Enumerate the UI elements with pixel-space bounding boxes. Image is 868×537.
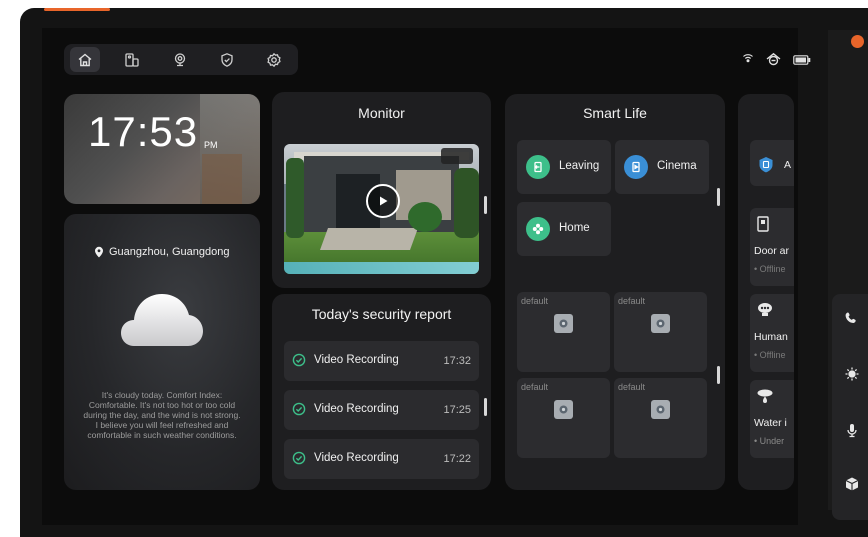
device-tile-label: default bbox=[521, 382, 549, 392]
shield-blue-icon bbox=[759, 157, 773, 173]
scenes-scroll-indicator[interactable] bbox=[717, 188, 720, 206]
feed-tree bbox=[286, 158, 304, 238]
play-icon bbox=[380, 196, 388, 206]
door-sensor-icon bbox=[757, 216, 769, 232]
device-tile-label: default bbox=[618, 296, 646, 306]
sensor-card[interactable]: Water i • Under bbox=[750, 380, 794, 458]
monitor-scroll-indicator[interactable] bbox=[484, 196, 487, 214]
cube-icon[interactable] bbox=[844, 476, 860, 492]
scene-cinema[interactable]: Cinema bbox=[615, 140, 709, 194]
camera-feed[interactable] bbox=[284, 144, 479, 274]
device-tile[interactable]: default bbox=[517, 292, 610, 372]
gateway-icon bbox=[765, 52, 782, 67]
feed-tree-right bbox=[454, 168, 479, 238]
sensor-name: Human bbox=[754, 331, 788, 343]
clock-background-chair bbox=[202, 154, 242, 204]
report-item-time: 17:22 bbox=[443, 453, 471, 465]
nav-camera[interactable] bbox=[165, 47, 195, 72]
sensor-status: • Offline bbox=[754, 264, 786, 274]
weather-description: It's cloudy today. Comfort Index: Comfor… bbox=[83, 390, 241, 440]
feed-progress-strip bbox=[284, 262, 479, 274]
weather-location-label: Guangzhou, Guangdong bbox=[109, 246, 230, 258]
check-circle-icon bbox=[292, 451, 306, 465]
feed-path bbox=[319, 228, 419, 250]
leaving-icon bbox=[526, 155, 550, 179]
scene-label: Home bbox=[559, 222, 590, 234]
quick-actions-strip bbox=[832, 294, 868, 520]
scene-label: Cinema bbox=[657, 160, 697, 172]
report-item-label: Video Recording bbox=[314, 354, 399, 366]
battery-icon bbox=[793, 55, 811, 65]
monitor-widget: Monitor bbox=[272, 92, 491, 288]
sensors-widget: A Door ar • Offline Human • Offline Wate… bbox=[738, 94, 794, 490]
clock-widget[interactable]: 17:53 PM bbox=[64, 94, 260, 204]
report-item-label: Video Recording bbox=[314, 403, 399, 415]
phone-icon[interactable] bbox=[844, 310, 860, 326]
camera-dot bbox=[851, 35, 864, 48]
report-item-time: 17:32 bbox=[443, 355, 471, 367]
devices-scroll-indicator[interactable] bbox=[717, 366, 720, 384]
sensor-status: • Offline bbox=[754, 350, 786, 360]
weather-widget[interactable]: Guangzhou, Guangdong It's cloudy today. … bbox=[64, 214, 260, 490]
device-tile-label: default bbox=[618, 382, 646, 392]
report-item[interactable]: Video Recording 17:22 bbox=[284, 439, 479, 479]
sensor-name: Water i bbox=[754, 417, 787, 429]
clock-time: 17:53 bbox=[88, 108, 199, 155]
device-default-icon bbox=[651, 314, 670, 333]
device-default-icon bbox=[651, 400, 670, 419]
report-scroll-indicator[interactable] bbox=[484, 398, 487, 416]
light-icon[interactable] bbox=[844, 366, 860, 382]
device-tile-label: default bbox=[521, 296, 549, 306]
home-icon bbox=[78, 53, 92, 66]
devices-icon bbox=[125, 52, 139, 67]
device-tile[interactable]: default bbox=[614, 378, 707, 458]
check-circle-icon bbox=[292, 402, 306, 416]
nav-devices[interactable] bbox=[117, 47, 147, 72]
sensor-card[interactable]: A bbox=[750, 140, 794, 186]
sensor-status: • Under bbox=[754, 436, 785, 446]
check-circle-icon bbox=[292, 353, 306, 367]
location-pin-icon bbox=[95, 246, 103, 258]
smart-life-title: Smart Life bbox=[583, 105, 647, 121]
monitor-title: Monitor bbox=[358, 105, 405, 121]
cloud-icon bbox=[121, 294, 203, 346]
wifi-icon bbox=[742, 52, 754, 64]
cinema-icon bbox=[624, 155, 648, 179]
nav-home[interactable] bbox=[70, 47, 100, 72]
security-report-title: Today's security report bbox=[311, 306, 452, 322]
feed-bush bbox=[408, 202, 442, 232]
nav-settings[interactable] bbox=[259, 47, 289, 72]
device-orange-edge bbox=[44, 8, 110, 11]
nav-security[interactable] bbox=[212, 47, 242, 72]
sensor-name: Door ar bbox=[754, 245, 790, 257]
report-item-label: Video Recording bbox=[314, 452, 399, 464]
device-default-icon bbox=[554, 400, 573, 419]
clock-ampm: PM bbox=[204, 140, 218, 150]
gear-icon bbox=[267, 52, 281, 67]
sensor-card[interactable]: Door ar • Offline bbox=[750, 208, 794, 286]
report-item[interactable]: Video Recording 17:25 bbox=[284, 390, 479, 430]
home-scene-icon bbox=[526, 217, 550, 241]
microphone-icon[interactable] bbox=[844, 422, 860, 438]
smart-life-widget: Smart Life Leaving Cinema Home default d… bbox=[505, 94, 725, 490]
shield-icon bbox=[221, 52, 233, 67]
scene-home[interactable]: Home bbox=[517, 202, 611, 256]
human-sensor-icon bbox=[758, 303, 772, 316]
scene-leaving[interactable]: Leaving bbox=[517, 140, 611, 194]
water-sensor-icon bbox=[757, 389, 773, 403]
device-tile[interactable]: default bbox=[614, 292, 707, 372]
play-button[interactable] bbox=[366, 184, 400, 218]
device-default-icon bbox=[554, 314, 573, 333]
feed-overlay-badge bbox=[441, 148, 473, 164]
scene-label: Leaving bbox=[559, 160, 600, 172]
top-nav bbox=[64, 44, 298, 75]
weather-location: Guangzhou, Guangdong bbox=[94, 246, 230, 258]
camera-icon bbox=[174, 52, 186, 66]
sensor-card[interactable]: Human • Offline bbox=[750, 294, 794, 372]
device-tile[interactable]: default bbox=[517, 378, 610, 458]
security-report-widget: Today's security report Video Recording … bbox=[272, 294, 491, 490]
report-item[interactable]: Video Recording 17:32 bbox=[284, 341, 479, 381]
sensor-name: A bbox=[784, 159, 792, 171]
report-item-time: 17:25 bbox=[443, 404, 471, 416]
